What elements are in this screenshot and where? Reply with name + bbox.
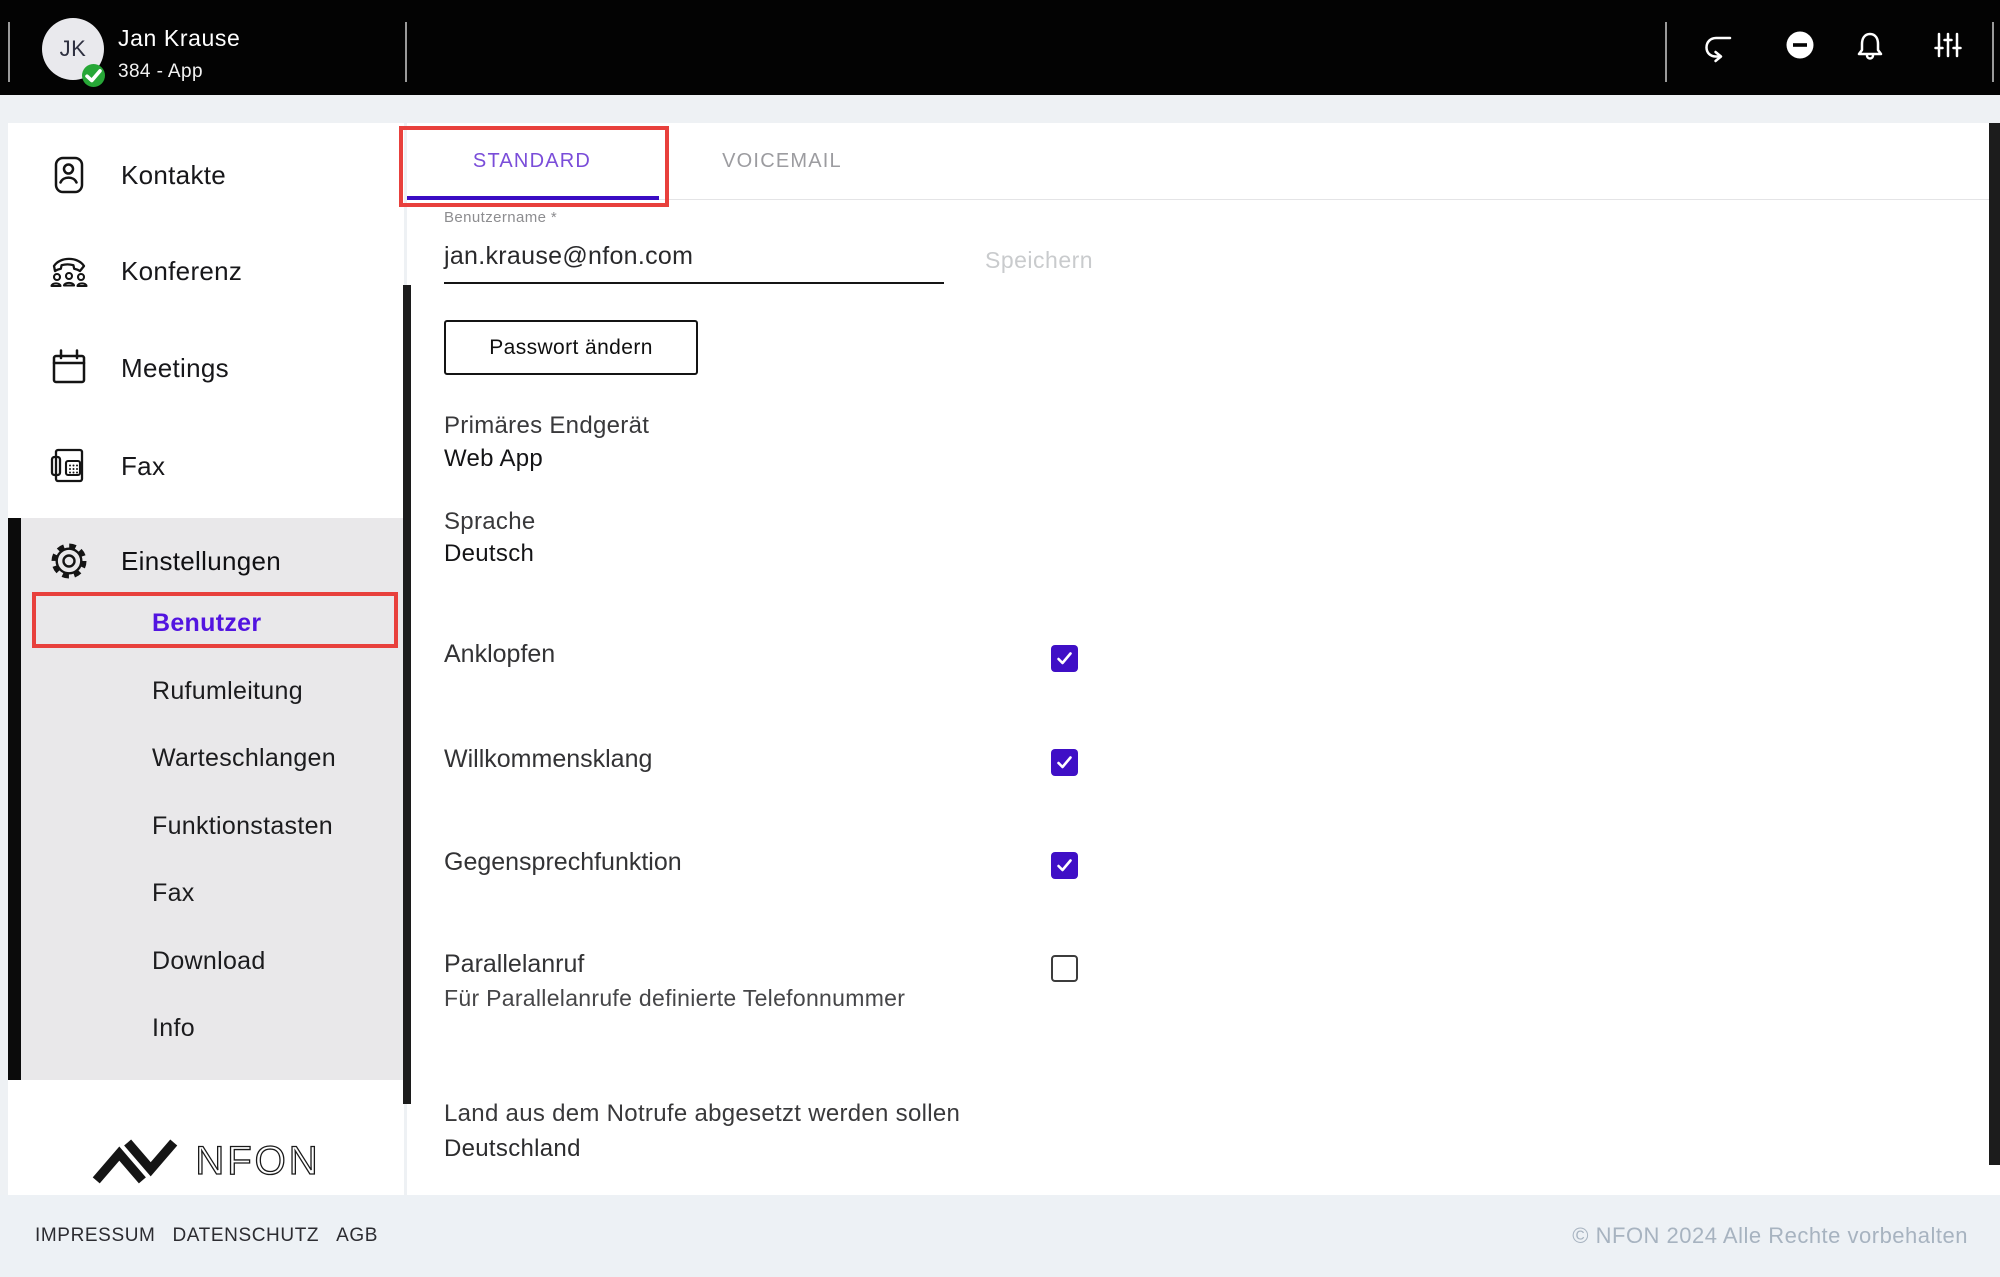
nfon-logo-mark-icon bbox=[91, 1137, 179, 1185]
header-left-divider bbox=[8, 22, 10, 82]
do-not-disturb-icon[interactable] bbox=[1782, 27, 1818, 63]
primary-device-value[interactable]: Web App bbox=[444, 445, 543, 473]
username-label: Benutzername * bbox=[444, 209, 557, 226]
header-divider bbox=[1992, 22, 1994, 82]
contacts-book-icon bbox=[47, 153, 91, 197]
tab-bar: STANDARD VOICEMAIL bbox=[407, 123, 2000, 200]
nfon-logo-text: NFON bbox=[195, 1139, 320, 1184]
tune-sliders-icon[interactable] bbox=[1930, 27, 1966, 63]
tab-standard[interactable]: STANDARD bbox=[407, 123, 657, 200]
user-name: Jan Krause bbox=[118, 25, 240, 52]
sidebar-subitem-warteschlangen[interactable]: Warteschlangen bbox=[21, 738, 404, 778]
fax-machine-icon bbox=[47, 444, 91, 488]
call-redirect-icon[interactable] bbox=[1700, 27, 1736, 63]
footer-link-agb[interactable]: AGB bbox=[336, 1225, 378, 1247]
user-extension: 384 - App bbox=[118, 61, 203, 83]
sidebar-scrollbar-thumb[interactable] bbox=[403, 285, 411, 1104]
call-waiting-label: Anklopfen bbox=[444, 640, 555, 669]
sidebar-item-meetings[interactable]: Meetings bbox=[8, 342, 404, 394]
sidebar-subitem-info[interactable]: Info bbox=[21, 1008, 404, 1048]
top-header: JK Jan Krause 384 - App bbox=[0, 0, 2000, 95]
parallel-call-description: Für Parallelanrufe definierte Telefonnum… bbox=[444, 985, 905, 1012]
sidebar-item-konferenz[interactable]: Konferenz bbox=[8, 245, 404, 297]
welcome-sound-checkbox[interactable] bbox=[1051, 749, 1078, 776]
username-input-underline bbox=[444, 282, 944, 284]
call-waiting-checkbox[interactable] bbox=[1051, 645, 1078, 672]
sidebar-subitem-funktionstasten[interactable]: Funktionstasten bbox=[21, 806, 404, 846]
footer-link-impressum[interactable]: IMPRESSUM bbox=[35, 1225, 155, 1247]
sidebar-subitem-download[interactable]: Download bbox=[21, 941, 404, 981]
page-scrollbar-thumb[interactable] bbox=[1989, 123, 2000, 1165]
intercom-checkbox[interactable] bbox=[1051, 852, 1078, 879]
footer-link-datenschutz[interactable]: DATENSCHUTZ bbox=[172, 1225, 319, 1247]
change-password-button[interactable]: Passwort ändern bbox=[444, 320, 698, 375]
gear-icon bbox=[47, 539, 91, 583]
copyright-text: © NFON 2024 Alle Rechte vorbehalten bbox=[1572, 1223, 1968, 1249]
settings-section: Einstellungen Benutzer Rufumleitung Wart… bbox=[8, 518, 404, 1080]
sidebar-item-label: Fax bbox=[121, 451, 165, 482]
footer-links: IMPRESSUM DATENSCHUTZ AGB bbox=[35, 1225, 378, 1247]
welcome-sound-label: Willkommensklang bbox=[444, 745, 652, 774]
header-divider bbox=[1665, 22, 1667, 82]
parallel-call-checkbox[interactable] bbox=[1051, 955, 1078, 982]
active-tab-underline bbox=[407, 196, 659, 200]
parallel-call-label: Parallelanruf bbox=[444, 950, 584, 979]
emergency-country-value[interactable]: Deutschland bbox=[444, 1135, 581, 1163]
emergency-country-label: Land aus dem Notrufe abgesetzt werden so… bbox=[444, 1100, 960, 1128]
language-label: Sprache bbox=[444, 508, 536, 536]
page-footer: IMPRESSUM DATENSCHUTZ AGB © NFON 2024 Al… bbox=[0, 1195, 2000, 1277]
sidebar-item-kontakte[interactable]: Kontakte bbox=[8, 149, 404, 201]
conference-phone-icon bbox=[47, 249, 91, 293]
calendar-icon bbox=[47, 346, 91, 390]
sidebar-item-einstellungen[interactable]: Einstellungen bbox=[21, 532, 404, 590]
intercom-label: Gegensprechfunktion bbox=[444, 848, 682, 877]
nfon-logo: NFON bbox=[8, 1125, 404, 1197]
sidebar-subitem-fax[interactable]: Fax bbox=[21, 873, 404, 913]
sidebar-item-label: Meetings bbox=[121, 353, 229, 384]
notifications-bell-icon[interactable] bbox=[1852, 27, 1888, 63]
main-content: STANDARD VOICEMAIL Benutzername * jan.kr… bbox=[407, 123, 2000, 1195]
active-section-indicator bbox=[8, 518, 21, 1080]
sidebar-item-label: Einstellungen bbox=[121, 546, 281, 577]
sidebar-subitem-benutzer[interactable]: Benutzer bbox=[21, 603, 404, 643]
primary-device-label: Primäres Endgerät bbox=[444, 412, 649, 440]
avatar-initials: JK bbox=[60, 36, 87, 62]
save-button[interactable]: Speichern bbox=[985, 247, 1093, 274]
sidebar-item-label: Konferenz bbox=[121, 256, 242, 287]
status-available-badge bbox=[82, 64, 105, 87]
tab-voicemail[interactable]: VOICEMAIL bbox=[657, 123, 907, 200]
sidebar-item-label: Kontakte bbox=[121, 160, 226, 191]
username-input[interactable]: jan.krause@nfon.com bbox=[444, 242, 693, 271]
sidebar: Kontakte Konferenz Meetings bbox=[8, 123, 404, 1195]
sidebar-subitem-rufumleitung[interactable]: Rufumleitung bbox=[21, 671, 404, 711]
sidebar-item-fax[interactable]: Fax bbox=[8, 440, 404, 492]
language-value[interactable]: Deutsch bbox=[444, 540, 534, 568]
header-divider bbox=[405, 22, 407, 82]
